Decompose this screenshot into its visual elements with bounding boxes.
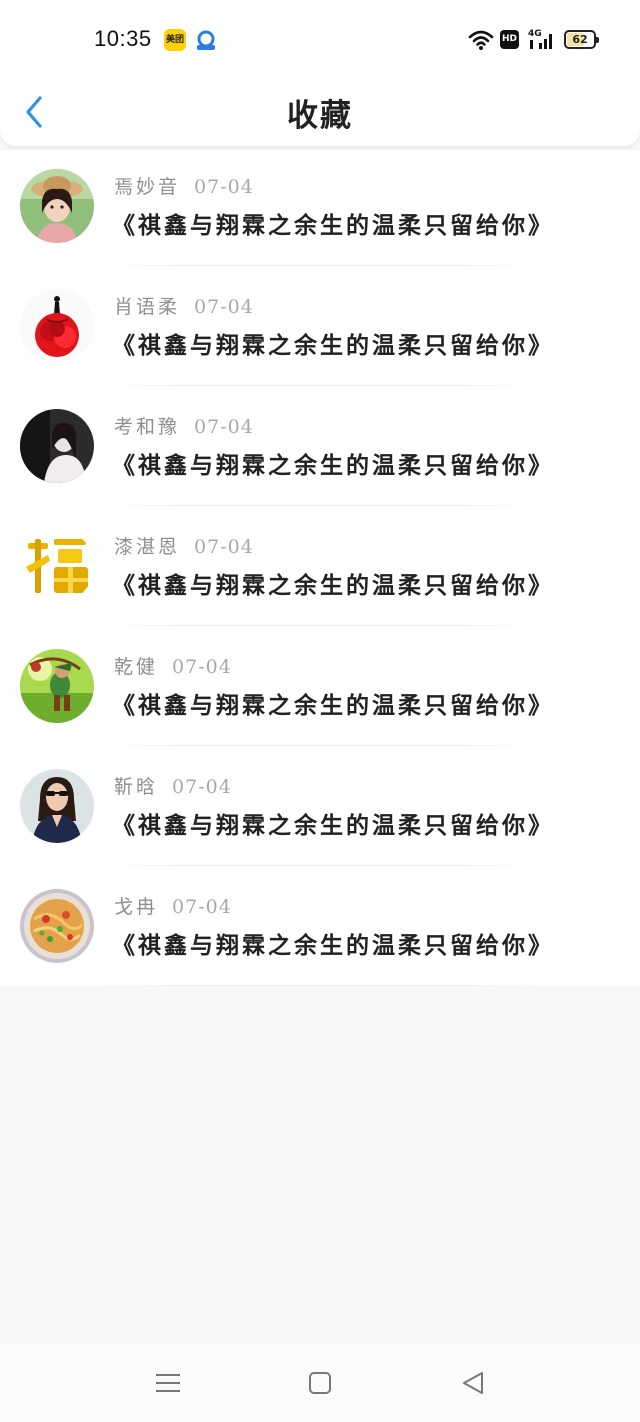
girl-dark-photo-avatar-icon [20,409,94,483]
system-nav-bar [0,1344,640,1422]
item-title: 《祺鑫与翔霖之余生的温柔只留给你》 [112,452,554,479]
item-author: 漆湛恩 [114,536,181,558]
avatar [20,169,94,243]
favorites-list: 焉妙音 07-04 《祺鑫与翔霖之余生的温柔只留给你》 肖语柔 07-04 《祺鑫与… [0,150,640,986]
item-date: 07-04 [194,176,254,198]
avatar [20,409,94,483]
signal-icon: 4G [528,29,552,49]
list-item[interactable]: 漆湛恩 07-04 《祺鑫与翔霖之余生的温柔只留给你》 [0,510,640,630]
avatar [20,529,94,603]
wifi-icon [468,30,494,50]
battery-icon: 62 [564,30,599,49]
item-date: 07-04 [172,656,232,678]
avatar [20,649,94,723]
item-date: 07-04 [172,896,232,918]
item-date: 07-04 [194,296,254,318]
item-meta: 考和豫 07-04 [114,412,254,439]
item-meta: 乾健 07-04 [114,652,232,679]
avatar [20,289,94,363]
item-meta: 靳晗 07-04 [114,772,232,799]
divider [100,265,540,266]
avatar [20,889,94,963]
item-author: 肖语柔 [114,296,181,318]
item-meta: 肖语柔 07-04 [114,292,254,319]
blue-app-icon [197,30,215,50]
battery-level: 62 [572,33,588,46]
list-item[interactable]: 乾健 07-04 《祺鑫与翔霖之余生的温柔只留给你》 [0,630,640,750]
item-author: 乾健 [114,656,159,678]
list-item[interactable]: 肖语柔 07-04 《祺鑫与翔霖之余生的温柔只留给你》 [0,270,640,390]
item-meta: 漆湛恩 07-04 [114,532,254,559]
battery-tip [596,37,599,43]
item-date: 07-04 [194,416,254,438]
noodle-dish-avatar-icon [20,889,94,963]
nav-bar: 收藏 [0,76,640,146]
page-title: 收藏 [287,98,353,134]
item-title: 《祺鑫与翔霖之余生的温柔只留给你》 [112,212,554,239]
hd-icon: HD [500,30,519,49]
item-title: 《祺鑫与翔霖之余生的温柔只留给你》 [112,572,554,599]
list-item[interactable]: 考和豫 07-04 《祺鑫与翔霖之余生的温柔只留给你》 [0,390,640,510]
divider [100,385,540,386]
item-author: 考和豫 [114,416,181,438]
golden-fu-character-avatar-icon [20,529,94,603]
item-title: 《祺鑫与翔霖之余生的温柔只留给你》 [112,812,554,839]
red-rose-dress-avatar-icon [20,289,94,363]
list-item[interactable]: 戈冉 07-04 《祺鑫与翔霖之余生的温柔只留给你》 [0,870,640,990]
item-date: 07-04 [172,776,232,798]
girl-with-hat-avatar-icon [20,169,94,243]
woman-sunglasses-avatar-icon [20,769,94,843]
meituan-app-icon: 美团 [164,29,186,51]
item-date: 07-04 [194,536,254,558]
status-time: 10:35 [94,26,152,51]
game-archer-avatar-icon [20,649,94,723]
item-author: 焉妙音 [114,176,181,198]
item-author: 戈冉 [114,896,159,918]
divider [100,625,540,626]
list-item[interactable]: 焉妙音 07-04 《祺鑫与翔霖之余生的温柔只留给你》 [0,150,640,270]
avatar [20,769,94,843]
item-title: 《祺鑫与翔霖之余生的温柔只留给你》 [112,932,554,959]
divider [100,865,540,866]
divider [100,745,540,746]
item-title: 《祺鑫与翔霖之余生的温柔只留给你》 [112,332,554,359]
item-meta: 戈冉 07-04 [114,892,232,919]
divider [100,505,540,506]
status-bar: 10:35 美团 HD 4G 62 [0,0,640,80]
back-triangle-icon[interactable] [458,1368,488,1398]
item-title: 《祺鑫与翔霖之余生的温柔只留给你》 [112,692,554,719]
item-meta: 焉妙音 07-04 [114,172,254,199]
svg-text:4G: 4G [528,29,542,39]
menu-icon[interactable] [153,1368,183,1398]
item-author: 靳晗 [114,776,159,798]
home-square-icon[interactable] [305,1368,335,1398]
list-item[interactable]: 靳晗 07-04 《祺鑫与翔霖之余生的温柔只留给你》 [0,750,640,870]
divider [100,985,540,986]
